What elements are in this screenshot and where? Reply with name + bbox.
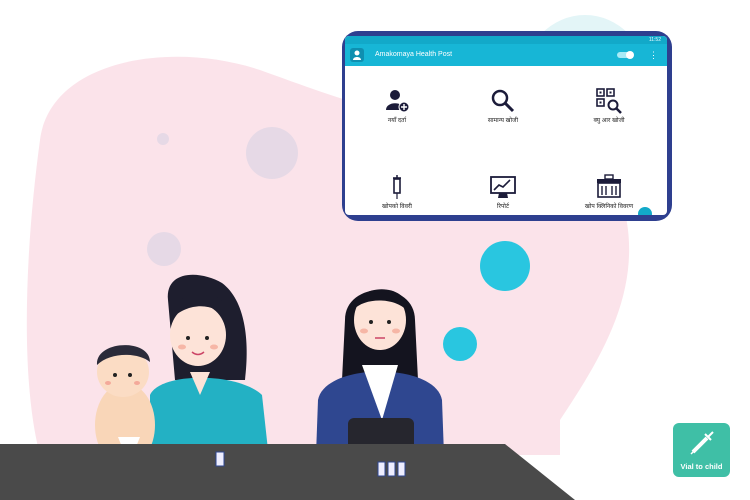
tile-label: सामान्य खोजी <box>487 118 519 124</box>
tile-clinic-details[interactable]: खोप क्लिनिको विवरण <box>559 174 659 210</box>
app-logo-icon <box>350 48 364 62</box>
online-toggle[interactable] <box>617 51 634 59</box>
app-screen: 11:52 Amakomaya Health Post ⋮ नयाँ दर्ता… <box>345 36 667 215</box>
status-time: 11:52 <box>648 37 661 43</box>
search-icon <box>491 89 515 113</box>
tile-qr-search[interactable]: क्यु आर खोजी <box>559 88 659 124</box>
table <box>0 444 575 500</box>
status-bar: 11:52 <box>345 36 667 44</box>
tile-report[interactable]: रिपोर्ट <box>453 174 553 210</box>
tile-general-search[interactable]: सामान्य खोजी <box>453 88 553 124</box>
syringe-icon <box>393 175 401 199</box>
tile-label: खोपको विवरी <box>382 204 412 210</box>
cyan-bubble-large <box>480 241 530 291</box>
app-title: Amakomaya Health Post <box>375 51 453 58</box>
cyan-bubble-medium <box>443 327 477 361</box>
tile-vaccine-details[interactable]: खोपको विवरी <box>347 174 447 210</box>
mauve-circle-medium <box>147 232 181 266</box>
clinic-icon <box>597 174 621 198</box>
tile-label: नयाँ दर्ता <box>387 118 407 124</box>
mauve-circle-small <box>157 133 169 145</box>
qr-search-icon <box>596 88 622 114</box>
vial-to-child-badge[interactable]: Vial to child <box>673 423 730 477</box>
tile-label: रिपोर्ट <box>497 204 509 210</box>
floating-action-button[interactable] <box>638 207 652 215</box>
app-bar: Amakomaya Health Post ⋮ <box>345 44 667 66</box>
mauve-circle-large <box>246 127 298 179</box>
badge-label: Vial to child <box>680 462 723 471</box>
add-user-icon <box>386 90 410 113</box>
report-monitor-icon <box>490 176 516 198</box>
syringe-badge-icon <box>690 431 714 455</box>
tile-label: क्यु आर खोजी <box>593 118 625 124</box>
more-vert-icon[interactable]: ⋮ <box>649 44 658 66</box>
tile-new-registration[interactable]: नयाँ दर्ता <box>347 88 447 124</box>
